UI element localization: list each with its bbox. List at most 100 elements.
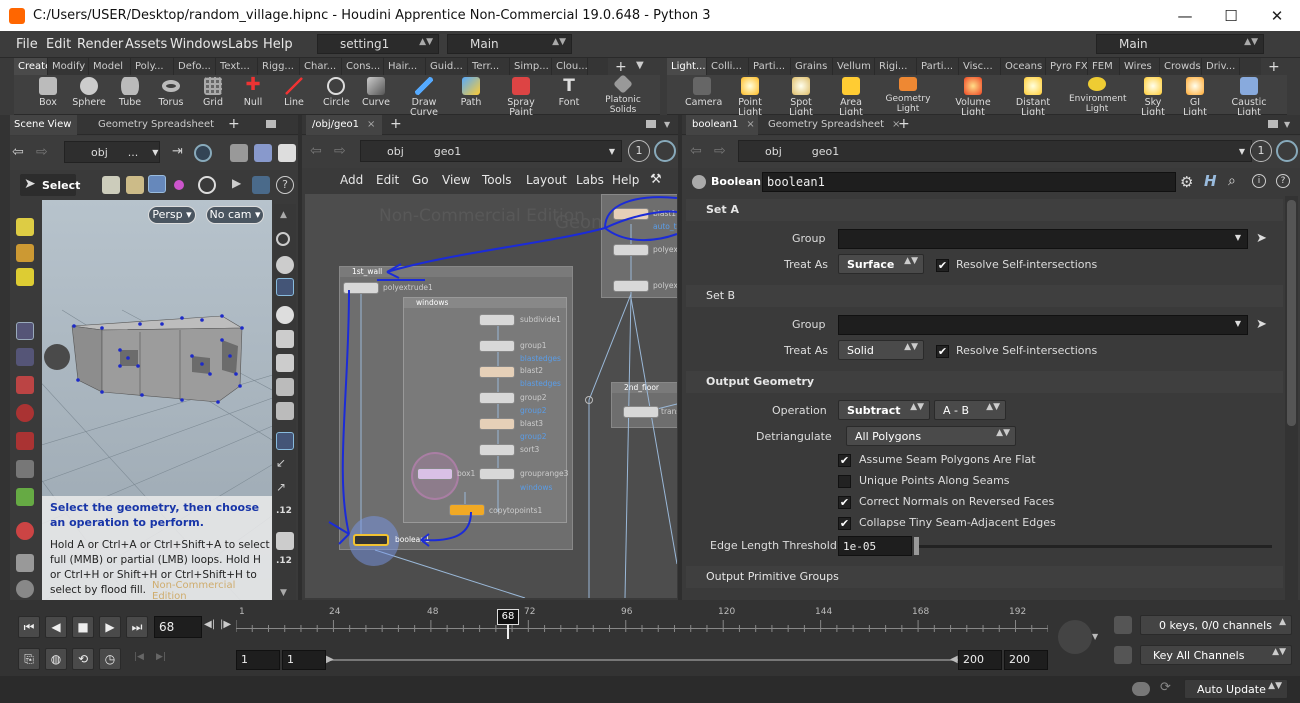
desktop-right-dropdown[interactable]: Main ▲▼ xyxy=(1096,34,1264,54)
shelf-tab[interactable]: Oceans xyxy=(1001,58,1046,75)
sphere-tool[interactable]: Sphere xyxy=(72,77,106,108)
correct-normals-checkbox[interactable]: ✔ xyxy=(838,496,851,509)
lock-icon[interactable] xyxy=(16,348,34,366)
shelf-tab[interactable]: Light... xyxy=(667,58,707,75)
pin-icon[interactable]: ⇥ xyxy=(172,144,190,162)
params-badge[interactable]: 1 xyxy=(1250,140,1272,162)
step-back-icon[interactable]: ◀| xyxy=(204,619,215,630)
playhead-frame[interactable]: 68 xyxy=(497,609,519,625)
shelf-tab[interactable]: Create xyxy=(14,58,48,75)
net-menu-view[interactable]: View xyxy=(442,173,470,187)
cloud-icon[interactable] xyxy=(1132,682,1150,696)
persp-menu[interactable]: Persp ▾ xyxy=(148,206,196,224)
shelf-tab[interactable]: Grains xyxy=(791,58,833,75)
vector-display-icon[interactable]: ↗ xyxy=(276,480,294,498)
jump-end-button[interactable]: ⏭ xyxy=(126,616,148,638)
camera-view-icon[interactable] xyxy=(276,354,294,372)
playback-end-field[interactable]: 200 xyxy=(958,650,1002,670)
shelf-tab[interactable]: Vellum xyxy=(833,58,875,75)
auto-key-icon[interactable] xyxy=(1114,616,1132,634)
forward-icon[interactable]: ⇨ xyxy=(714,143,726,159)
shelf-tab[interactable]: Parti... xyxy=(917,58,959,75)
caustic-light-tool[interactable]: Caustic Light xyxy=(1221,77,1277,118)
font-tool[interactable]: T Font xyxy=(557,77,581,108)
detriangulate-menu[interactable]: All Polygons ▲▼ xyxy=(846,426,1016,446)
pose-icon[interactable] xyxy=(16,460,34,478)
range-slider[interactable] xyxy=(328,659,958,661)
pane-menu-icon[interactable]: ▼ xyxy=(1284,120,1290,129)
snapshot-icon[interactable] xyxy=(276,402,294,420)
add-tab-icon[interactable]: + xyxy=(390,116,402,132)
spray-paint-tool[interactable]: Spray Paint xyxy=(496,77,546,118)
light-icon[interactable] xyxy=(276,256,294,274)
back-icon[interactable]: ⇦ xyxy=(690,143,702,159)
group-b-field[interactable]: ▼ xyxy=(838,315,1248,335)
clock-icon[interactable]: ◷ xyxy=(99,648,121,670)
select-primitives-icon[interactable] xyxy=(174,180,184,190)
shelf-tab[interactable]: Parti... xyxy=(749,58,791,75)
path-tool[interactable]: Path xyxy=(460,77,482,108)
resolve-b-checkbox[interactable]: ✔ xyxy=(936,345,949,358)
shelf-tab[interactable]: Char... xyxy=(300,58,342,75)
rotate-icon[interactable] xyxy=(16,404,34,422)
net-menu-add[interactable]: Add xyxy=(340,173,363,187)
shelf-tab[interactable]: Driv... xyxy=(1202,58,1240,75)
torus-tool[interactable]: Torus xyxy=(156,77,186,108)
tube-tool[interactable]: Tube xyxy=(117,77,143,108)
shelf-tab[interactable]: Rigg... xyxy=(258,58,300,75)
params-path[interactable]: obj geo1 ▼ xyxy=(738,140,1252,162)
menu-file[interactable]: File xyxy=(16,37,38,52)
audio-icon[interactable]: ◍ xyxy=(45,648,67,670)
prim-normals-icon[interactable] xyxy=(276,532,294,550)
display-icon[interactable] xyxy=(230,144,248,162)
shelf-tab[interactable]: Crowds xyxy=(1160,58,1202,75)
add-tab-icon[interactable]: + xyxy=(898,116,910,132)
maximize-button[interactable]: ☐ xyxy=(1208,0,1254,31)
collapse-edges-checkbox[interactable]: ✔ xyxy=(838,517,851,530)
minimize-button[interactable]: — xyxy=(1162,0,1208,31)
chevron-down-icon[interactable]: ▼ xyxy=(1092,632,1098,641)
link-camera-icon[interactable] xyxy=(276,378,294,396)
net-menu-layout[interactable]: Layout xyxy=(526,173,567,187)
node-name-field[interactable]: boolean1 xyxy=(762,172,1176,192)
range-start-handle[interactable]: ▶ xyxy=(326,654,334,665)
link-icon[interactable] xyxy=(1276,140,1298,162)
background-icon[interactable] xyxy=(278,144,296,162)
select-grow-icon[interactable] xyxy=(16,244,34,262)
menu-assets[interactable]: Assets xyxy=(125,37,167,52)
section-set-a[interactable]: Set A xyxy=(686,199,1283,221)
add-tab-icon[interactable]: + xyxy=(228,116,240,132)
splitter[interactable] xyxy=(678,115,682,600)
select-arrow-icon[interactable]: ➤ xyxy=(1256,317,1267,332)
platonic-solids-tool[interactable]: Platonic Solids xyxy=(600,74,646,115)
viewer-path[interactable]: obj ... ▼ xyxy=(64,141,160,163)
shelf-tab[interactable]: Simp... xyxy=(510,58,552,75)
net-menu-go[interactable]: Go xyxy=(412,173,429,187)
shelf-tab[interactable]: Poly... xyxy=(131,58,174,75)
shelf-tab[interactable]: Pyro FX xyxy=(1046,58,1088,75)
section-set-b[interactable]: Set B xyxy=(686,285,1283,307)
resolve-a-checkbox[interactable]: ✔ xyxy=(936,259,949,272)
volume-light-tool[interactable]: Volume Light xyxy=(945,77,1001,118)
next-key-icon[interactable]: ▶| xyxy=(156,652,166,662)
select-faces-icon[interactable] xyxy=(148,175,166,193)
info-icon[interactable]: i xyxy=(1252,174,1266,188)
params-scrollbar[interactable] xyxy=(1285,196,1298,600)
pane-maximize-icon[interactable] xyxy=(646,120,656,128)
camera-menu[interactable]: No cam ▾ xyxy=(206,206,264,224)
add-shelf-right-icon[interactable]: + xyxy=(1268,59,1280,75)
select-points-icon[interactable] xyxy=(102,176,120,194)
menu-labs[interactable]: Labs xyxy=(228,37,258,52)
close-button[interactable]: ✕ xyxy=(1254,0,1300,31)
splitter[interactable] xyxy=(298,115,302,600)
draw-curve-tool[interactable]: Draw Curve xyxy=(400,77,448,118)
menu-help[interactable]: Help xyxy=(263,37,293,52)
seam-flat-checkbox[interactable]: ✔ xyxy=(838,454,851,467)
view-tool-icon[interactable] xyxy=(16,554,34,572)
shading-icon[interactable] xyxy=(254,144,272,162)
shelf-tab[interactable]: Visc... xyxy=(959,58,1001,75)
close-view-icon[interactable] xyxy=(276,232,290,246)
forward-icon[interactable]: ⇨ xyxy=(334,143,346,159)
group-a-field[interactable]: ▼ xyxy=(838,229,1248,249)
viewport[interactable]: Persp ▾ No cam ▾ Select the geometry, th… xyxy=(42,200,272,602)
